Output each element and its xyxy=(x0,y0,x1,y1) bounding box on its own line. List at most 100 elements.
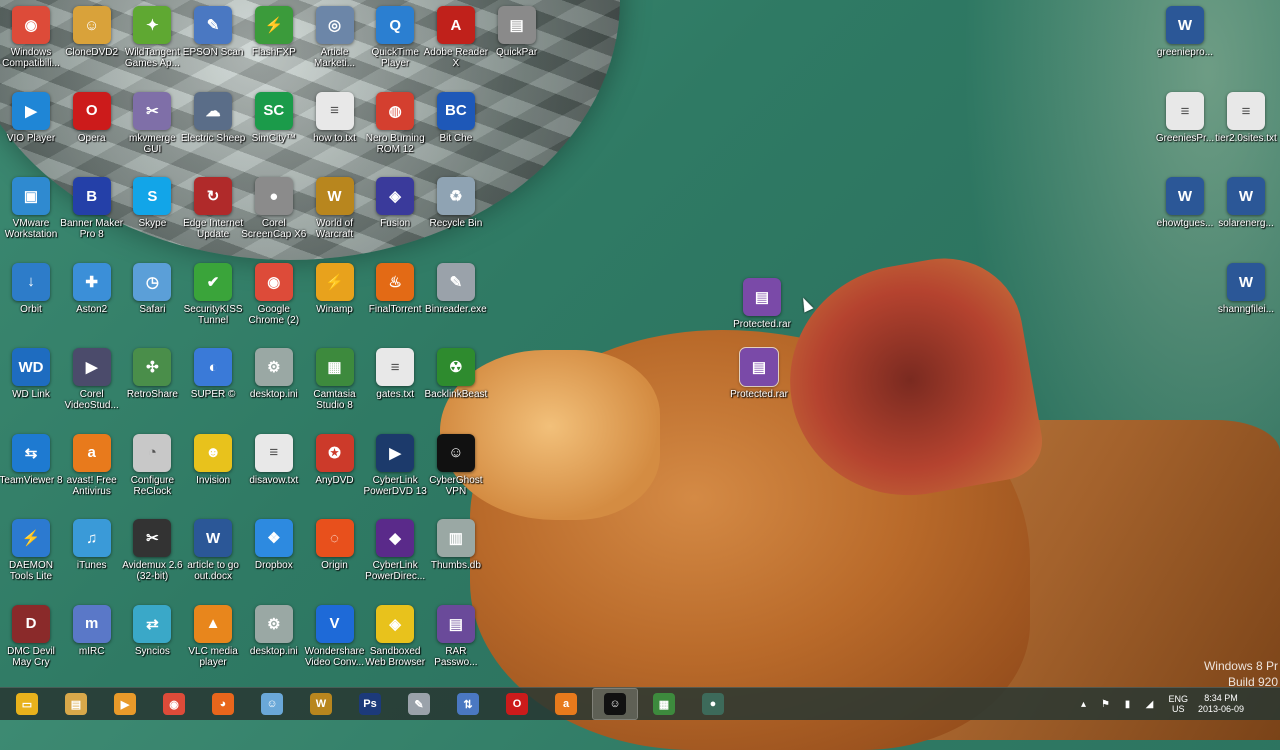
desktop-shortcut[interactable]: ✪ AnyDVD xyxy=(304,433,366,486)
desktop-shortcut[interactable]: ♫ iTunes xyxy=(61,519,123,571)
desktop-shortcut[interactable]: ✔ SecurityKISS Tunnel xyxy=(182,262,244,326)
taskbar-button[interactable]: ✎ xyxy=(397,689,441,719)
desktop-shortcut[interactable]: BC Bit Che xyxy=(425,91,487,144)
desktop-shortcut[interactable]: S Skype xyxy=(121,177,183,229)
desktop-shortcut[interactable]: ☺ CyberGhost VPN xyxy=(425,433,487,497)
action-center-icon[interactable]: ⚑ xyxy=(1098,697,1112,711)
desktop-shortcut[interactable]: ◍ Nero Burning ROM 12 xyxy=(364,91,426,155)
desktop-shortcut[interactable]: ⇄ Syncios xyxy=(121,604,183,657)
desktop-shortcut[interactable]: ≡ GreeniesPr... xyxy=(1154,92,1216,144)
desktop-shortcut[interactable]: ↻ Edge Internet Update xyxy=(182,177,244,240)
desktop-shortcut[interactable]: ✎ Binreader.exe xyxy=(425,262,487,315)
taskbar-button[interactable]: a xyxy=(544,689,588,719)
desktop-shortcut[interactable]: Wsolarenerg... xyxy=(1215,177,1277,229)
taskbar-button[interactable]: ● xyxy=(691,689,735,719)
taskbar-button[interactable]: ☺ xyxy=(592,688,638,720)
desktop-shortcut[interactable]: ▶ VIO Player xyxy=(0,91,62,144)
taskbar-button[interactable]: ▭ xyxy=(5,689,49,719)
desktop-shortcut[interactable]: WD WD Link xyxy=(0,348,62,400)
desktop-shortcut[interactable]: ✣ RetroShare xyxy=(121,348,183,400)
desktop-shortcut[interactable]: ≡ disavow.txt xyxy=(243,433,305,486)
desktop-shortcut[interactable]: ✚ Aston2 xyxy=(61,262,123,315)
show-hidden-icons-icon[interactable]: ▴ xyxy=(1076,697,1090,711)
desktop-shortcut[interactable]: ✦ WildTangent Games Ap... xyxy=(121,6,183,69)
desktop-shortcut-label: CloneDVD2 xyxy=(65,47,119,58)
desktop-shortcut[interactable]: ⚡ Winamp xyxy=(304,262,366,315)
desktop-shortcut[interactable]: ≡ gates.txt xyxy=(364,348,426,400)
desktop-shortcut[interactable]: SC SimCity™ xyxy=(243,91,305,144)
desktop-shortcut[interactable]: ▤ Protected.rar xyxy=(728,347,790,400)
desktop-shortcut[interactable]: a avast! Free Antivirus xyxy=(61,433,123,497)
network-icon[interactable]: ▮ xyxy=(1120,697,1134,711)
taskbar-button[interactable]: O xyxy=(495,689,539,719)
desktop-shortcut[interactable]: ⚙ desktop.ini xyxy=(243,348,305,400)
taskbar-button[interactable]: Ps xyxy=(348,689,392,719)
desktop-shortcut[interactable]: m mIRC xyxy=(61,604,123,657)
desktop-shortcut[interactable]: ☁ Electric Sheep xyxy=(181,91,245,144)
desktop-shortcut-label: QuickTime Player xyxy=(371,47,419,69)
desktop-shortcut[interactable]: ❖ Dropbox xyxy=(243,519,305,571)
input-language[interactable]: ENG US xyxy=(1168,694,1188,714)
desktop-shortcut[interactable]: ▤ Protected.rar xyxy=(731,278,793,330)
clock[interactable]: 8:34 PM 2013-06-09 xyxy=(1196,693,1246,715)
desktop-shortcut[interactable]: ▤ QuickPar xyxy=(486,6,548,58)
desktop-shortcut[interactable]: Q QuickTime Player xyxy=(364,6,426,69)
desktop-shortcut[interactable]: ◈ Fusion xyxy=(364,177,426,229)
desktop-shortcut[interactable]: ♨ FinalTorrent xyxy=(364,262,426,315)
mouse-cursor-icon xyxy=(798,295,814,313)
desktop-shortcut[interactable]: ● Corel ScreenCap X6 xyxy=(241,177,306,240)
taskbar-button[interactable]: ⇅ xyxy=(446,689,490,719)
desktop-shortcut[interactable]: ☢ BacklinkBeast xyxy=(424,348,487,400)
taskbar-button[interactable]: ☺ xyxy=(250,689,294,719)
desktop-shortcut[interactable]: ◔ Configure ReClock xyxy=(121,433,183,497)
desktop-shortcut[interactable]: ↓ Orbit xyxy=(0,262,62,315)
desktop-shortcut[interactable]: Wehowtgues... xyxy=(1154,177,1216,229)
desktop-shortcut[interactable]: O Opera xyxy=(61,91,123,144)
desktop-shortcut[interactable]: ⚡ DAEMON Tools Lite xyxy=(0,519,62,582)
desktop-shortcut[interactable]: ▲ VLC media player xyxy=(182,604,244,668)
desktop-shortcut[interactable]: ◌ Origin xyxy=(304,519,366,571)
desktop-shortcut[interactable]: ⚙ desktop.ini xyxy=(243,604,305,657)
desktop-shortcut[interactable]: ✎ EPSON Scan xyxy=(182,6,244,58)
taskbar-button[interactable]: ▶ xyxy=(103,689,147,719)
desktop-shortcut[interactable]: ⇆ TeamViewer 8 xyxy=(0,433,63,486)
desktop-shortcut-label: DMC Devil May Cry xyxy=(7,645,55,668)
desktop-shortcut[interactable]: Wgreeniepro... xyxy=(1154,6,1216,58)
desktop-shortcut[interactable]: W World of Warcraft xyxy=(304,177,366,240)
desktop-shortcut[interactable]: ▥ Thumbs.db xyxy=(425,519,487,571)
desktop-shortcut[interactable]: V Wondershare Video Conv... xyxy=(304,604,366,668)
taskbar-button[interactable]: ◉ xyxy=(152,689,196,719)
taskbar-button[interactable]: ◕ xyxy=(201,689,245,719)
volume-icon[interactable]: ◢ xyxy=(1142,697,1156,711)
desktop-shortcut[interactable]: ▶ CyberLink PowerDVD 13 xyxy=(364,433,427,497)
desktop-shortcut[interactable]: Wshanngfilei... xyxy=(1215,263,1277,315)
desktop-shortcut[interactable]: ≡ tier2.0sites.txt xyxy=(1215,92,1277,144)
desktop-shortcut[interactable]: ⚡ FlashFXP xyxy=(243,6,305,58)
desktop-shortcut[interactable]: B Banner Maker Pro 8 xyxy=(60,177,123,240)
desktop-shortcut[interactable]: ≡ how to.txt xyxy=(304,91,366,144)
desktop-shortcut[interactable]: ◈ Sandboxed Web Browser xyxy=(364,604,426,668)
desktop-shortcut[interactable]: ▤ RAR Passwo... xyxy=(425,604,487,668)
desktop-shortcut[interactable]: ☻ Invision xyxy=(182,433,244,486)
desktop-shortcut[interactable]: Warticle to go out.docx xyxy=(182,519,244,582)
desktop-shortcut[interactable]: ✂ Avidemux 2.6 (32-bit) xyxy=(121,519,183,582)
desktop-shortcut[interactable]: ✂ mkvmerge GUI xyxy=(121,91,183,155)
desktop-shortcut[interactable]: A Adobe Reader X xyxy=(424,6,488,69)
desktop-shortcut[interactable]: ◷ Safari xyxy=(121,262,183,315)
desktop-shortcut[interactable]: D DMC Devil May Cry xyxy=(0,604,62,668)
desktop-shortcut[interactable]: ◆ CyberLink PowerDirec... xyxy=(364,519,426,582)
desktop-shortcut[interactable]: ▣ VMware Workstation xyxy=(0,177,62,240)
desktop-shortcut[interactable]: ▦ Camtasia Studio 8 xyxy=(304,348,366,411)
desktop-shortcut[interactable]: ◐ SUPER © xyxy=(182,348,244,400)
taskbar-button[interactable]: ▦ xyxy=(642,689,686,719)
desktop-shortcut[interactable]: ☺ CloneDVD2 xyxy=(61,6,123,58)
desktop-shortcut[interactable]: ▶ Corel VideoStud... xyxy=(61,348,123,411)
taskbar-button[interactable]: ▤ xyxy=(54,689,98,719)
desktop-shortcut[interactable]: ♻ Recycle Bin xyxy=(425,177,487,229)
desktop-shortcut[interactable]: ◎ Article Marketi... xyxy=(304,6,366,69)
desktop-shortcut[interactable]: ◉ Windows Compatibili... xyxy=(0,6,62,69)
taskbar-button[interactable]: W xyxy=(299,689,343,719)
desktop-shortcut-label: Camtasia Studio 8 xyxy=(313,389,356,411)
desktop-shortcut-label: greeniepro... xyxy=(1156,47,1214,58)
desktop-shortcut[interactable]: ◉ Google Chrome (2) xyxy=(243,262,305,326)
